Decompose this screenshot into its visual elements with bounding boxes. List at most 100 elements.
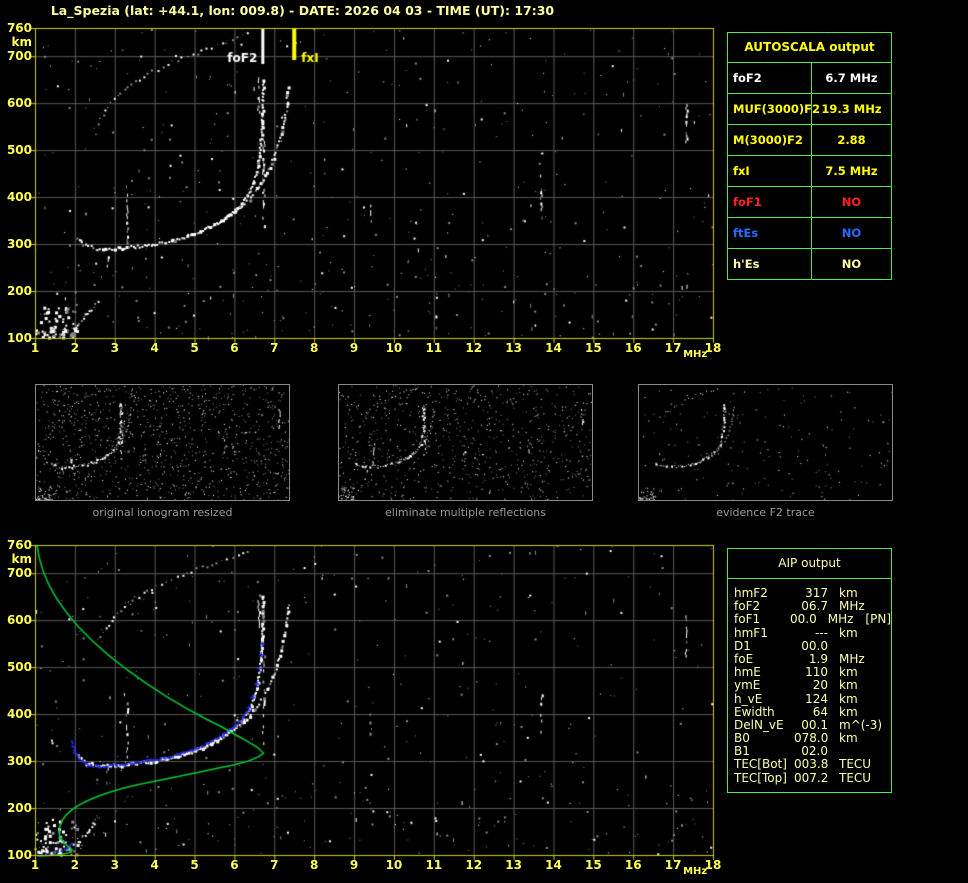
x-tick-label: 3	[110, 341, 119, 355]
x-tick-label: 3	[110, 858, 119, 872]
aip-row-value: 64	[812, 704, 828, 719]
y-tick-label: 200	[6, 284, 32, 299]
y-tick-label: 300	[6, 237, 32, 252]
y-tick-label: 600	[6, 96, 32, 111]
autoscala-table-title: AUTOSCALA output	[728, 33, 891, 63]
aip-row-label: D1	[734, 638, 751, 653]
aip-row-unit: km	[839, 625, 858, 640]
y-tick-label: 500	[6, 660, 32, 675]
aip-row-unit: MHz	[827, 612, 854, 627]
aip-row-unit: km	[839, 691, 858, 706]
aip-row-fof1: foF1 00.0 MHz [PN]	[734, 613, 891, 626]
autoscala-row-muf-3000-f2: MUF(3000)F2 19.3 MHz	[728, 94, 891, 125]
x-tick-label: 6	[230, 341, 239, 355]
autoscala-row-label: foF1	[728, 187, 812, 217]
autoscala-row-m-3000-f2: M(3000)F2 2.88	[728, 125, 891, 156]
thumbnail-f2-canvas	[639, 385, 892, 500]
autoscala-row-fof1: foF1 NO	[728, 187, 891, 218]
y-tick-label: 200	[6, 801, 32, 816]
aip-table-title: AIP output	[728, 549, 891, 579]
x-tick-label: 9	[349, 858, 359, 872]
aip-row-label: Ewidth	[734, 704, 775, 719]
window-title: La_Spezia (lat: +44.1, lon: 009.8) - DAT…	[50, 3, 555, 18]
x-tick-label: 5	[190, 341, 199, 355]
autoscala-row-value: 19.3 MHz	[821, 102, 882, 116]
y-tick-label: 760	[6, 538, 32, 552]
x-tick-label: 11	[425, 858, 443, 872]
y-tick-label: 700	[6, 49, 32, 64]
thumbnail-caption-cleaned: eliminate multiple reflections	[385, 506, 546, 519]
x-tick-label: 9	[349, 341, 359, 355]
y-axis-unit-label: km	[11, 552, 32, 566]
x-tick-label: 16	[624, 858, 642, 872]
x-tick-label: 1	[30, 341, 40, 355]
x-tick-label: 4	[150, 858, 159, 872]
x-axis-unit-label: MHz	[683, 349, 708, 360]
aip-row-unit: km	[839, 678, 858, 693]
x-tick-label: 2	[70, 858, 80, 872]
y-tick-label: 400	[6, 707, 32, 722]
x-tick-label: 14	[545, 858, 562, 872]
autoscala-row-label: M(3000)F2	[728, 125, 812, 155]
aip-row-d1: D1 00.0	[734, 638, 891, 653]
x-tick-label: 8	[309, 858, 319, 872]
aip-row-hmf1: hmF1 --- km	[734, 625, 891, 640]
thumbnail-original-ionogram	[35, 384, 290, 501]
aip-row-yme: ymE 20 km	[734, 679, 891, 692]
x-tick-label: 7	[270, 341, 279, 355]
x-tick-label: 17	[664, 858, 682, 872]
thumbnail-f2-trace	[638, 384, 893, 501]
y-axis-unit-label: km	[11, 35, 32, 49]
thumbnail-cleaned-canvas	[339, 385, 592, 500]
autoscala-row-label: fxI	[728, 156, 812, 186]
autoscala-row-label: h'Es	[728, 249, 812, 279]
thumbnail-cleaned-ionogram	[338, 384, 593, 501]
x-tick-label: 2	[70, 341, 80, 355]
aip-row-value: 124	[805, 691, 828, 706]
aip-row-extra: [PN]	[865, 612, 891, 627]
x-tick-label: 13	[505, 341, 522, 355]
aip-row-value: 003.8	[794, 757, 829, 772]
aip-row-value: 007.2	[794, 770, 829, 785]
aip-row-label: ymE	[734, 678, 761, 693]
autoscala-row-ftes: ftEs NO	[728, 218, 891, 249]
x-tick-label: 15	[584, 341, 602, 355]
autoscala-row-value: 7.5 MHz	[825, 164, 878, 178]
thumbnail-caption-f2: evidence F2 trace	[716, 506, 815, 519]
x-tick-label: 1	[30, 858, 40, 872]
aip-row-label: TEC[Top]	[734, 770, 787, 785]
x-tick-label: 10	[385, 858, 403, 872]
aip-row-unit: km	[839, 704, 858, 719]
aip-row-h-ve: h_vE 124 km	[734, 691, 891, 706]
autoscala-row-label: foF2	[728, 63, 812, 93]
aip-row-value: 00.0	[801, 638, 828, 653]
autoscala-row-value: 2.88	[837, 133, 866, 147]
aip-row-unit: TECU	[839, 770, 872, 785]
aip-row-label: foF1	[734, 612, 761, 627]
x-tick-label: 13	[505, 858, 522, 872]
x-tick-label: 10	[385, 341, 403, 355]
y-tick-label: 300	[6, 754, 32, 769]
aip-output-table: AIP output hmF2 317 km foF2 06.7 MHz foF1 00.0 M…	[727, 548, 892, 793]
aip-row-value: 20	[812, 678, 828, 693]
x-tick-label: 12	[465, 341, 483, 355]
aip-ionogram-plot	[29, 541, 729, 863]
x-tick-label: 14	[545, 341, 562, 355]
aip-row-label: h_vE	[734, 691, 763, 706]
x-tick-label: 17	[664, 341, 682, 355]
y-tick-label: 500	[6, 143, 32, 158]
aip-row-value: 00.0	[790, 612, 817, 627]
y-tick-label: 400	[6, 190, 32, 205]
autoscala-row-fxi: fxI 7.5 MHz	[728, 156, 891, 187]
autoscala-table-rows: foF2 6.7 MHz MUF(3000)F2 19.3 MHz M(3000)F2 2…	[728, 63, 891, 279]
aip-row-tec-bot-: TEC[Bot] 003.8 TECU	[734, 758, 891, 771]
y-tick-label: 600	[6, 613, 32, 628]
thumbnail-original-canvas	[36, 385, 289, 500]
aip-row-label: TEC[Bot]	[734, 757, 787, 772]
autoscala-row-value: NO	[841, 195, 862, 209]
autoscala-row-value: NO	[841, 257, 862, 271]
x-tick-label: 15	[584, 858, 602, 872]
x-tick-label: 8	[309, 341, 319, 355]
x-tick-label: 5	[190, 858, 199, 872]
main-ionogram-plot	[29, 24, 729, 346]
